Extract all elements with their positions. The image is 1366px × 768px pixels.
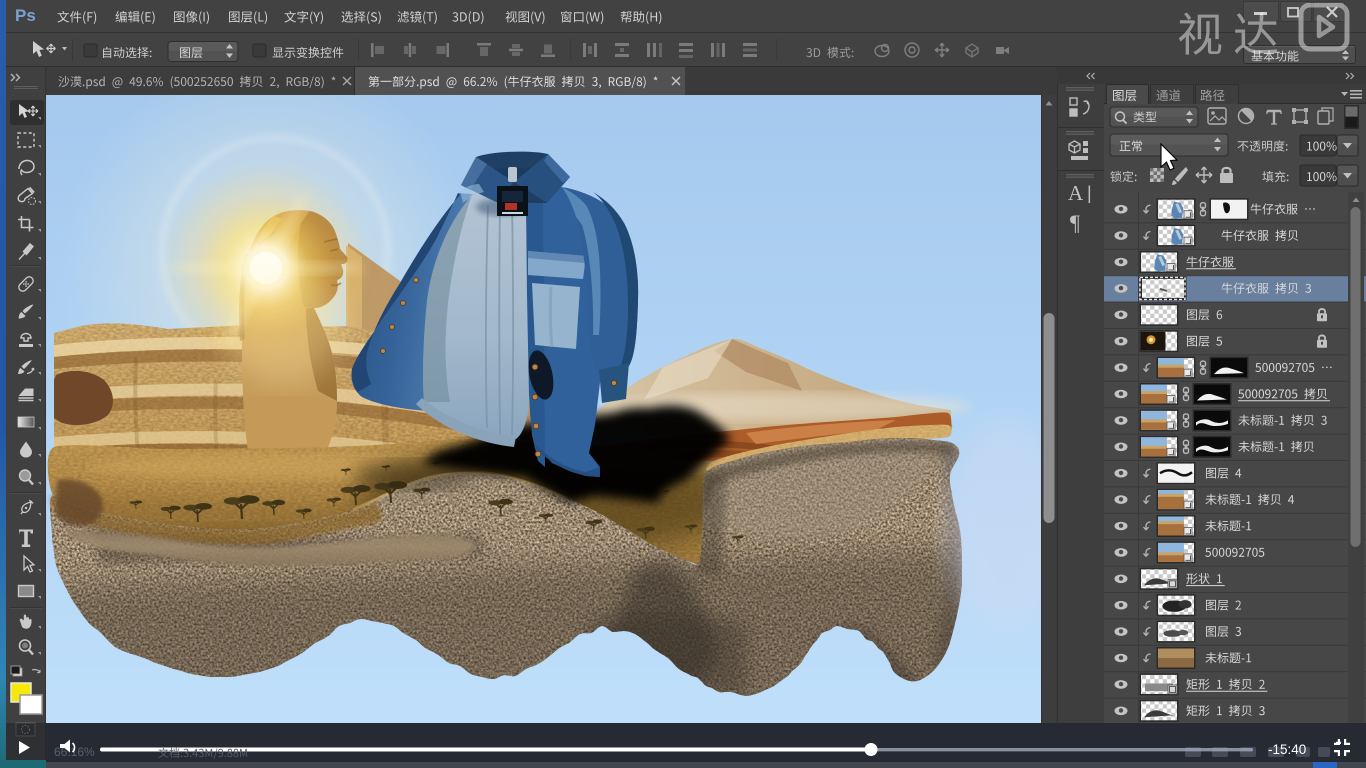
svg-text:|: | xyxy=(1087,183,1092,203)
svg-text:¶: ¶ xyxy=(1070,210,1080,235)
svg-text:A: A xyxy=(1068,181,1084,205)
svg-text:-15:40: -15:40 xyxy=(1268,742,1306,757)
